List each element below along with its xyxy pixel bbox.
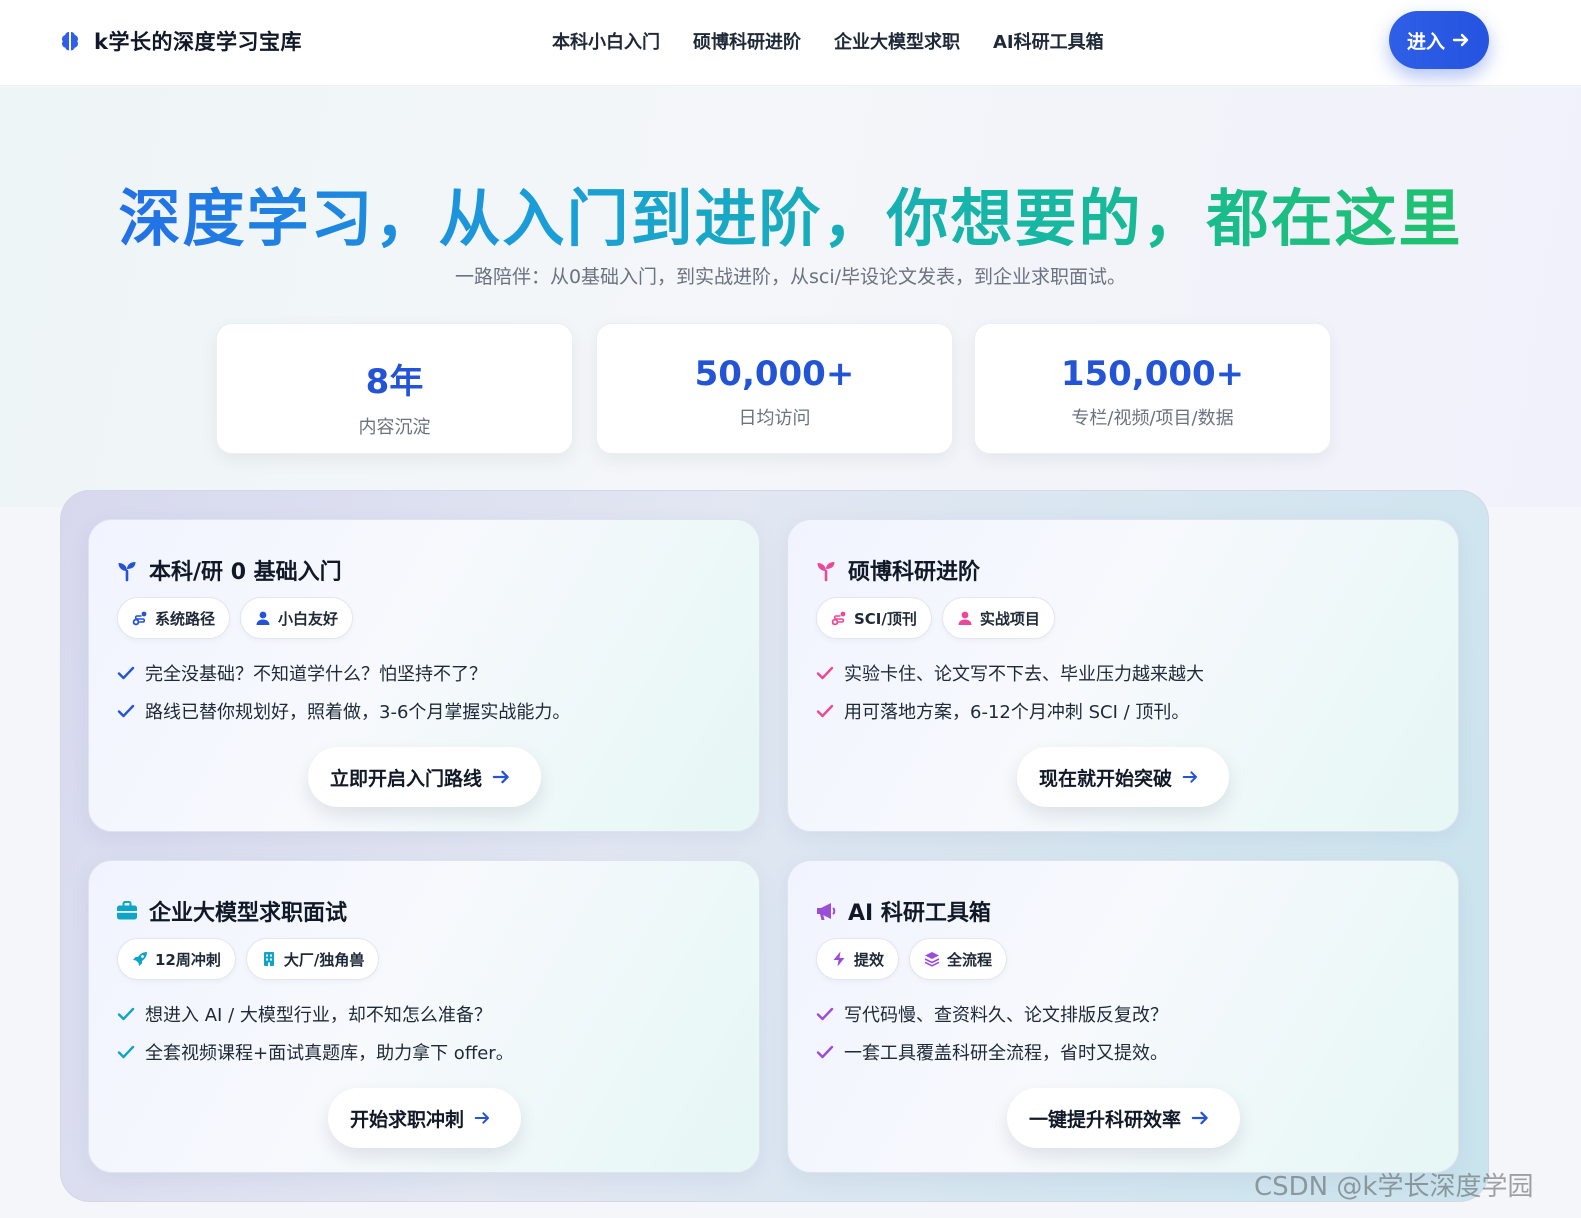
brand-name: k学长的深度学习宝库 (94, 30, 302, 54)
start-research-button[interactable]: 现在就开始突破 (1017, 747, 1229, 807)
tag-chip: 提效 (816, 938, 900, 980)
tag-label: SCI/顶刊 (854, 609, 917, 628)
tag-label: 实战项目 (979, 609, 1040, 628)
stat-label: 内容沉淀 (358, 417, 431, 438)
arrow-right-icon (1182, 771, 1198, 783)
arrow-right-icon (1191, 1111, 1208, 1125)
stat-card-content: 150,000+ 专栏/视频/项目/数据 (974, 323, 1331, 454)
feature-card-beginner: 本科/研 0 基础入门 系统路径 小白友好 完全没基础？不知道学什么？怕坚持不了… (88, 519, 760, 832)
card-title: 企业大模型求职面试 (149, 901, 348, 926)
watermark-text: CSDN @k学长深度学园 (1254, 1172, 1534, 1202)
bullet-text: 一套工具覆盖科研全流程，省时又提效。 (844, 1043, 1168, 1064)
enter-button[interactable]: 进入 (1389, 11, 1489, 69)
feature-card-research: 硕博科研进阶 SCI/顶刊 实战项目 实验卡住、论文写不下去、毕业压力越来越大 … (787, 519, 1459, 832)
tag-chip: 实战项目 (941, 597, 1055, 639)
check-icon (117, 666, 135, 680)
stat-label: 专栏/视频/项目/数据 (1071, 408, 1234, 429)
tag-chip: 12周冲刺 (117, 938, 236, 980)
tag-label: 系统路径 (155, 609, 216, 628)
start-jobs-button[interactable]: 开始求职冲刺 (328, 1088, 521, 1148)
bullet-item: 写代码慢、查资料久、论文排版反复改？ (816, 995, 1168, 1033)
check-icon (117, 1007, 135, 1021)
bullet-text: 用可落地方案，6-12个月冲刺 SCI / 顶刊。 (844, 702, 1190, 723)
route-icon (831, 611, 846, 626)
bullet-item: 完全没基础？不知道学什么？怕坚持不了？ (117, 654, 570, 692)
tag-label: 小白友好 (278, 609, 339, 628)
cta-label: 立即开启入门路线 (330, 768, 483, 790)
tag-label: 12周冲刺 (155, 950, 221, 969)
bullet-item: 一套工具覆盖科研全流程，省时又提效。 (816, 1033, 1168, 1071)
bullet-text: 全套视频课程+面试真题库，助力拿下 offer。 (145, 1043, 514, 1064)
stat-card-visits: 50,000+ 日均访问 (596, 323, 953, 454)
top-navbar: k学长的深度学习宝库 本科小白入门 硕博科研进阶 企业大模型求职 AI科研工具箱… (0, 0, 1581, 86)
cta-label: 现在就开始突破 (1039, 768, 1173, 790)
user-icon (256, 611, 270, 625)
bullet-text: 路线已替你规划好，照着做，3-6个月掌握实战能力。 (145, 702, 571, 723)
route-icon (132, 611, 147, 626)
brand[interactable]: k学长的深度学习宝库 (58, 26, 302, 56)
arrow-right-icon (474, 1112, 490, 1124)
check-icon (816, 666, 834, 680)
check-icon (117, 704, 135, 718)
megaphone-icon (817, 903, 836, 920)
bullet-item: 路线已替你规划好，照着做，3-6个月掌握实战能力。 (117, 692, 570, 730)
bullet-text: 想进入 AI / 大模型行业，却不知怎么准备？ (145, 1005, 492, 1026)
feature-card-toolbox: AI 科研工具箱 提效 全流程 写代码慢、查资料久、论文排版反复改？ 一套工具覆… (787, 860, 1459, 1173)
check-icon (816, 704, 834, 718)
bolt-icon (833, 951, 845, 967)
start-beginner-button[interactable]: 立即开启入门路线 (308, 747, 541, 807)
check-icon (816, 1045, 834, 1059)
stat-label: 日均访问 (738, 408, 811, 429)
briefcase-icon (117, 901, 137, 920)
arrow-right-icon (1452, 33, 1469, 47)
sprout-icon (118, 562, 136, 582)
tag-label: 提效 (854, 950, 885, 969)
tag-chip: 大厂/独角兽 (245, 938, 380, 980)
arrow-right-icon (492, 770, 509, 784)
check-icon (816, 1007, 834, 1021)
nav-link-beginner[interactable]: 本科小白入门 (552, 28, 660, 54)
bullet-text: 完全没基础？不知道学什么？怕坚持不了？ (145, 664, 487, 685)
layers-icon (924, 952, 940, 967)
stat-value: 8年 (365, 362, 424, 402)
tag-chip: 全流程 (909, 938, 1008, 980)
bullet-item: 用可落地方案，6-12个月冲刺 SCI / 顶刊。 (816, 692, 1204, 730)
bullet-item: 实验卡住、论文写不下去、毕业压力越来越大 (816, 654, 1204, 692)
user-icon (958, 611, 972, 625)
tag-chip: SCI/顶刊 (816, 597, 932, 639)
bullet-text: 实验卡住、论文写不下去、毕业压力越来越大 (844, 664, 1204, 685)
check-icon (117, 1045, 135, 1059)
cta-label: 开始求职冲刺 (350, 1109, 465, 1131)
tag-label: 大厂/独角兽 (283, 950, 365, 969)
card-title: 本科/研 0 基础入门 (149, 560, 342, 585)
brain-icon (62, 32, 78, 51)
sprout-icon (817, 562, 835, 582)
tag-chip: 系统路径 (117, 597, 231, 639)
stat-card-years: 8年 内容沉淀 (216, 323, 573, 454)
card-title: AI 科研工具箱 (848, 901, 991, 926)
hero-subtitle: 一路陪伴：从0基础入门，到实战进阶，从sci/毕设论文发表，到企业求职面试。 (454, 266, 1127, 288)
building-icon (263, 952, 274, 966)
stat-value: 150,000+ (1060, 354, 1245, 394)
feature-card-jobs: 企业大模型求职面试 12周冲刺 大厂/独角兽 想进入 AI / 大模型行业，却不… (88, 860, 760, 1173)
nav-link-jobs[interactable]: 企业大模型求职 (834, 28, 960, 54)
tag-chip: 小白友好 (240, 597, 354, 639)
cta-label: 一键提升科研效率 (1029, 1109, 1182, 1131)
bullet-text: 写代码慢、查资料久、论文排版反复改？ (844, 1005, 1168, 1026)
stat-value: 50,000+ (694, 354, 855, 394)
hero-title: 深度学习，从入门到进阶，你想要的，都在这里 (0, 168, 1581, 258)
card-title: 硕博科研进阶 (848, 560, 981, 585)
start-toolbox-button[interactable]: 一键提升科研效率 (1007, 1088, 1240, 1148)
bullet-item: 想进入 AI / 大模型行业，却不知怎么准备？ (117, 995, 514, 1033)
enter-button-label: 进入 (1406, 31, 1445, 53)
main-nav: 本科小白入门 硕博科研进阶 企业大模型求职 AI科研工具箱 (552, 28, 1137, 54)
tag-label: 全流程 (947, 950, 993, 969)
rocket-icon (133, 952, 147, 966)
bullet-item: 全套视频课程+面试真题库，助力拿下 offer。 (117, 1033, 514, 1071)
nav-link-research[interactable]: 硕博科研进阶 (693, 28, 801, 54)
nav-link-toolbox[interactable]: AI科研工具箱 (993, 28, 1104, 54)
